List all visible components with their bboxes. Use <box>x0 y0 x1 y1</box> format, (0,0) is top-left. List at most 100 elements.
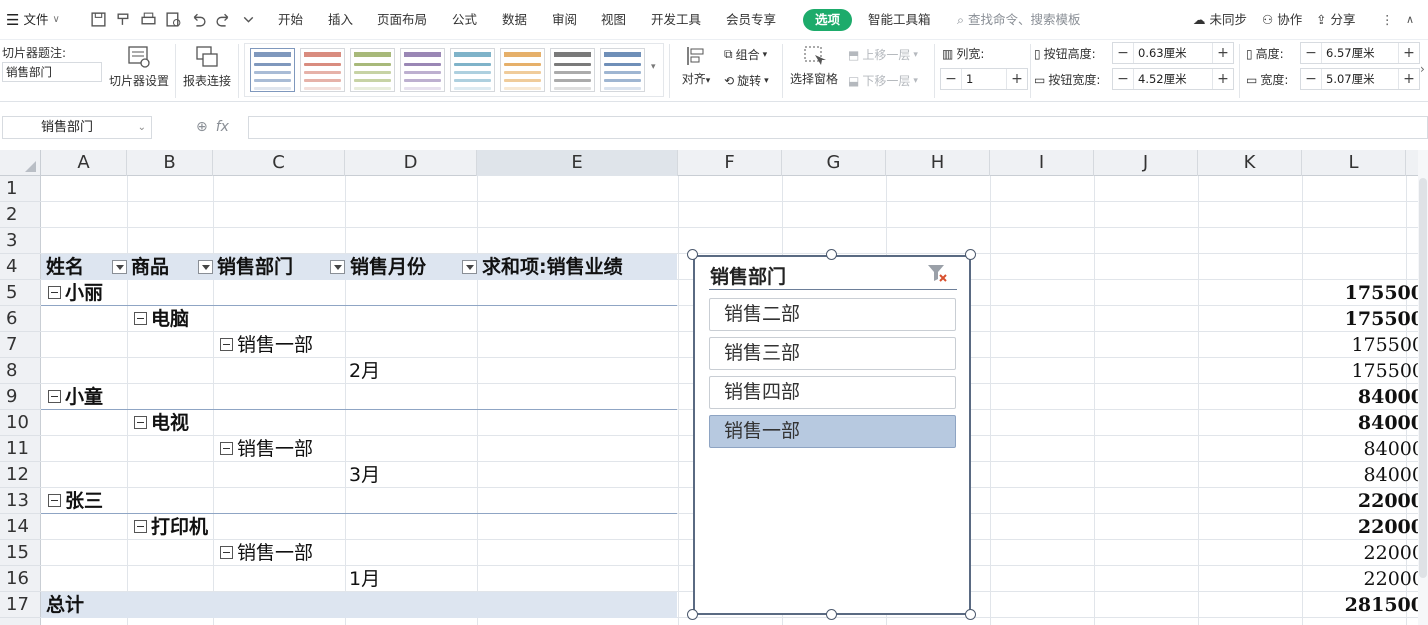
button-height-value[interactable]: 0.63厘米 <box>1133 43 1213 63</box>
tab-developer[interactable]: 开发工具 <box>651 10 701 30</box>
share-button[interactable]: ⇪ 分享 <box>1316 10 1356 30</box>
button-height-increment[interactable]: + <box>1213 43 1233 63</box>
row-header[interactable]: 7 <box>0 332 41 358</box>
height-stepper[interactable]: − 6.57厘米 + <box>1300 42 1420 64</box>
slicer-style-5[interactable] <box>450 48 495 92</box>
file-menu[interactable]: ☰ 文件 ∨ <box>6 10 60 30</box>
format-painter-icon[interactable] <box>115 11 132 28</box>
collapse-toggle-icon[interactable] <box>48 494 61 507</box>
width-decrement[interactable]: − <box>1301 69 1321 89</box>
select-all-corner[interactable] <box>0 150 41 176</box>
resize-handle[interactable] <box>965 609 976 620</box>
row-header[interactable]: 3 <box>0 228 41 254</box>
row-header[interactable]: 16 <box>0 566 41 592</box>
filter-active-icon[interactable] <box>330 260 345 274</box>
column-header-g[interactable]: G <box>782 150 886 176</box>
height-decrement[interactable]: − <box>1301 43 1321 63</box>
row-header[interactable]: 14 <box>0 514 41 540</box>
row-header[interactable]: 8 <box>0 358 41 384</box>
width-stepper[interactable]: − 5.07厘米 + <box>1300 68 1420 90</box>
button-width-value[interactable]: 4.52厘米 <box>1133 69 1213 89</box>
row-header[interactable]: 11 <box>0 436 41 462</box>
resize-handle[interactable] <box>687 249 698 260</box>
row-header[interactable]: 5 <box>0 280 41 306</box>
column-header-b[interactable]: B <box>127 150 213 176</box>
sync-status[interactable]: ☁ 未同步 <box>1193 10 1247 30</box>
height-increment[interactable]: + <box>1399 43 1419 63</box>
more-quick-access-icon[interactable] <box>240 11 257 28</box>
column-header-i[interactable]: I <box>990 150 1094 176</box>
tab-options[interactable]: 选项 <box>803 9 853 31</box>
slicer-item[interactable]: 销售四部 <box>709 376 956 409</box>
tab-page-layout[interactable]: 页面布局 <box>377 10 427 30</box>
vertical-scrollbar[interactable] <box>1418 150 1428 625</box>
resize-handle[interactable] <box>826 249 837 260</box>
gallery-more-icon[interactable]: ▾ <box>651 62 656 72</box>
scrollbar-thumb[interactable] <box>1419 178 1427 578</box>
align-button[interactable]: 对齐▾ <box>676 44 716 87</box>
slicer-style-1[interactable] <box>250 48 295 92</box>
tab-formulas[interactable]: 公式 <box>452 10 477 30</box>
columns-value[interactable]: 1 <box>961 69 1007 89</box>
collapse-toggle-icon[interactable] <box>220 546 233 559</box>
group-button[interactable]: ⧉ 组合 ▾ <box>724 46 767 63</box>
columns-stepper[interactable]: − 1 + <box>940 68 1028 90</box>
collapse-toggle-icon[interactable] <box>134 416 147 429</box>
column-header-j[interactable]: J <box>1094 150 1198 176</box>
filter-dropdown-icon[interactable] <box>112 260 127 274</box>
width-increment[interactable]: + <box>1399 69 1419 89</box>
columns-decrement-button[interactable]: − <box>941 69 961 89</box>
collapse-toggle-icon[interactable] <box>134 520 147 533</box>
selection-pane-button[interactable]: 选择窗格 <box>788 44 840 87</box>
slicer-style-6[interactable] <box>500 48 545 92</box>
button-height-stepper[interactable]: − 0.63厘米 + <box>1112 42 1234 64</box>
resize-handle[interactable] <box>826 609 837 620</box>
print-icon[interactable] <box>140 11 157 28</box>
bring-forward-button[interactable]: ⬒ 上移一层 ▾ <box>848 46 918 63</box>
ribbon-scroll-right-icon[interactable]: › <box>1420 62 1425 76</box>
collapse-toggle-icon[interactable] <box>220 442 233 455</box>
collapse-toggle-icon[interactable] <box>48 286 61 299</box>
slicer-item-selected[interactable]: 销售一部 <box>709 415 956 448</box>
row-header[interactable]: 4 <box>0 254 41 280</box>
zoom-icon[interactable]: ⊕ <box>196 119 208 135</box>
tab-view[interactable]: 视图 <box>601 10 626 30</box>
column-header-h[interactable]: H <box>886 150 990 176</box>
row-header[interactable]: 10 <box>0 410 41 436</box>
column-header-l[interactable]: L <box>1302 150 1406 176</box>
slicer-item[interactable]: 销售二部 <box>709 298 956 331</box>
button-width-stepper[interactable]: − 4.52厘米 + <box>1112 68 1234 90</box>
slicer-style-4[interactable] <box>400 48 445 92</box>
resize-handle[interactable] <box>687 609 698 620</box>
fx-icon[interactable]: fx <box>216 119 229 135</box>
row-header[interactable]: 1 <box>0 176 41 202</box>
slicer-caption-input[interactable]: 销售部门 <box>2 62 102 82</box>
tab-review[interactable]: 审阅 <box>552 10 577 30</box>
tab-home[interactable]: 开始 <box>278 10 303 30</box>
width-value[interactable]: 5.07厘米 <box>1321 69 1399 89</box>
filter-dropdown-icon[interactable] <box>462 260 477 274</box>
redo-icon[interactable] <box>215 11 232 28</box>
name-box-dropdown-icon[interactable]: ⌄ <box>138 117 146 138</box>
tab-data[interactable]: 数据 <box>502 10 527 30</box>
column-header-a[interactable]: A <box>41 150 127 176</box>
collapse-toggle-icon[interactable] <box>134 312 147 325</box>
button-height-decrement[interactable]: − <box>1113 43 1133 63</box>
row-header[interactable]: 15 <box>0 540 41 566</box>
tab-member[interactable]: 会员专享 <box>726 10 776 30</box>
row-header[interactable]: 6 <box>0 306 41 332</box>
filter-dropdown-icon[interactable] <box>198 260 213 274</box>
undo-icon[interactable] <box>190 11 207 28</box>
print-preview-icon[interactable] <box>165 11 182 28</box>
slicer-style-2[interactable] <box>300 48 345 92</box>
slicer-style-7[interactable] <box>550 48 595 92</box>
column-header-d[interactable]: D <box>345 150 477 176</box>
button-width-increment[interactable]: + <box>1213 69 1233 89</box>
slicer-style-8[interactable] <box>600 48 645 92</box>
column-header-e[interactable]: E <box>477 150 678 176</box>
name-box[interactable]: 销售部门 ⌄ <box>2 116 152 139</box>
row-header[interactable]: 13 <box>0 488 41 514</box>
button-width-decrement[interactable]: − <box>1113 69 1133 89</box>
collapse-toggle-icon[interactable] <box>220 338 233 351</box>
slicer-style-3[interactable] <box>350 48 395 92</box>
